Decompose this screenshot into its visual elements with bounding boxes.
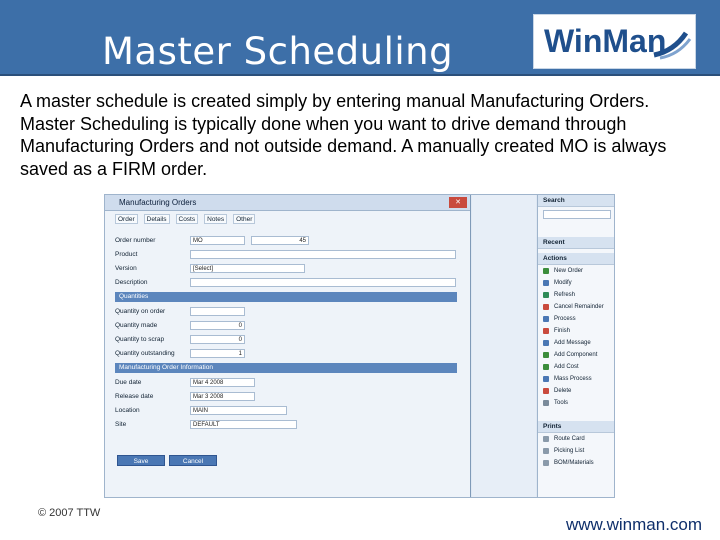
- tab-notes[interactable]: Notes: [204, 214, 228, 224]
- cost-icon: [543, 364, 549, 370]
- action-refresh[interactable]: Refresh: [538, 289, 614, 301]
- mass-process-icon: [543, 376, 549, 382]
- release-date-label: Release date: [115, 393, 154, 400]
- action-process[interactable]: Process: [538, 313, 614, 325]
- document-icon: [543, 460, 549, 466]
- quantities-section-header: Quantities: [115, 292, 457, 302]
- action-modify[interactable]: Modify: [538, 277, 614, 289]
- action-mass-process[interactable]: Mass Process: [538, 373, 614, 385]
- description-label: Description: [115, 279, 148, 286]
- process-icon: [543, 316, 549, 322]
- quantity-made-label: Quantity made: [115, 322, 158, 329]
- actions-panel: Search Recent Actions New Order Modify R…: [537, 195, 614, 497]
- dialog-titlebar: Manufacturing Orders ✕: [105, 195, 470, 211]
- search-input[interactable]: [543, 210, 611, 219]
- version-label: Version: [115, 265, 137, 272]
- message-icon: [543, 340, 549, 346]
- print-route-card[interactable]: Route Card: [538, 433, 614, 445]
- action-cancel-remainder[interactable]: Cancel Remainder: [538, 301, 614, 313]
- close-icon[interactable]: ✕: [449, 197, 467, 208]
- slide-header: Master Scheduling WinMan: [0, 0, 720, 76]
- action-tools[interactable]: Tools: [538, 397, 614, 409]
- background-list-area: [472, 195, 536, 497]
- flag-icon: [543, 328, 549, 334]
- logo-swoosh-icon: [653, 31, 692, 60]
- product-label: Product: [115, 251, 138, 258]
- tab-order[interactable]: Order: [115, 214, 138, 224]
- document-icon: [543, 448, 549, 454]
- description-field[interactable]: [190, 278, 456, 287]
- intro-paragraph: A master schedule is created simply by e…: [20, 91, 667, 179]
- actions-header: Actions: [538, 253, 614, 265]
- tab-details[interactable]: Details: [143, 214, 170, 224]
- action-add-cost[interactable]: Add Cost: [538, 361, 614, 373]
- mo-information-section-header: Manufacturing Order Information: [115, 363, 457, 373]
- due-date-field[interactable]: Mar 4 2008: [190, 378, 255, 387]
- delete-icon: [543, 388, 549, 394]
- quantity-outstanding-field[interactable]: 1: [190, 349, 245, 358]
- release-date-field[interactable]: Mar 3 2008: [190, 392, 255, 401]
- search-header: Search: [538, 195, 614, 207]
- refresh-icon: [543, 292, 549, 298]
- prints-header: Prints: [538, 421, 614, 433]
- location-label: Location: [115, 407, 140, 414]
- winman-logo: WinMan: [533, 14, 696, 69]
- site-field[interactable]: DEFAULT: [190, 420, 297, 429]
- location-select[interactable]: MAIN: [190, 406, 287, 415]
- app-screenshot: Manufacturing Orders ✕ Order Details Cos…: [104, 194, 615, 498]
- pencil-icon: [543, 280, 549, 286]
- logo-text: WinMan: [544, 23, 667, 59]
- site-label: Site: [115, 421, 127, 428]
- dialog-title: Manufacturing Orders: [119, 198, 197, 207]
- action-new-order[interactable]: New Order: [538, 265, 614, 277]
- action-add-component[interactable]: Add Component: [538, 349, 614, 361]
- slide-title: Master Scheduling: [102, 30, 454, 73]
- plus-icon: [543, 268, 549, 274]
- quantity-to-scrap-label: Quantity to scrap: [115, 336, 165, 343]
- quantity-on-order-label: Quantity on order: [115, 308, 166, 315]
- tab-costs[interactable]: Costs: [175, 214, 199, 224]
- order-number-seq-field[interactable]: 45: [251, 236, 309, 245]
- tab-other[interactable]: Other: [233, 214, 256, 224]
- component-icon: [543, 352, 549, 358]
- quantity-to-scrap-field[interactable]: 0: [190, 335, 245, 344]
- cancel-icon: [543, 304, 549, 310]
- recent-header: Recent: [538, 237, 614, 249]
- due-date-label: Due date: [115, 379, 142, 386]
- manufacturing-orders-dialog: Manufacturing Orders ✕ Order Details Cos…: [105, 195, 471, 497]
- cancel-button[interactable]: Cancel: [169, 455, 217, 466]
- print-bom-materials[interactable]: BOM/Materials: [538, 457, 614, 469]
- action-add-message[interactable]: Add Message: [538, 337, 614, 349]
- action-delete[interactable]: Delete: [538, 385, 614, 397]
- print-picking-list[interactable]: Picking List: [538, 445, 614, 457]
- order-number-field[interactable]: MO: [190, 236, 245, 245]
- quantity-made-field[interactable]: 0: [190, 321, 245, 330]
- order-number-label: Order number: [115, 237, 156, 244]
- action-finish[interactable]: Finish: [538, 325, 614, 337]
- copyright-text: © 2007 TTW: [38, 507, 101, 519]
- search-row: [538, 207, 614, 223]
- save-button[interactable]: Save: [117, 455, 165, 466]
- document-icon: [543, 436, 549, 442]
- website-link[interactable]: www.winman.com: [566, 515, 702, 535]
- quantity-outstanding-label: Quantity outstanding: [115, 350, 175, 357]
- version-select[interactable]: [Select]: [190, 264, 305, 273]
- quantity-on-order-field[interactable]: [190, 307, 245, 316]
- dialog-tabs: Order Details Costs Notes Other: [105, 211, 470, 225]
- tools-icon: [543, 400, 549, 406]
- product-field[interactable]: [190, 250, 456, 259]
